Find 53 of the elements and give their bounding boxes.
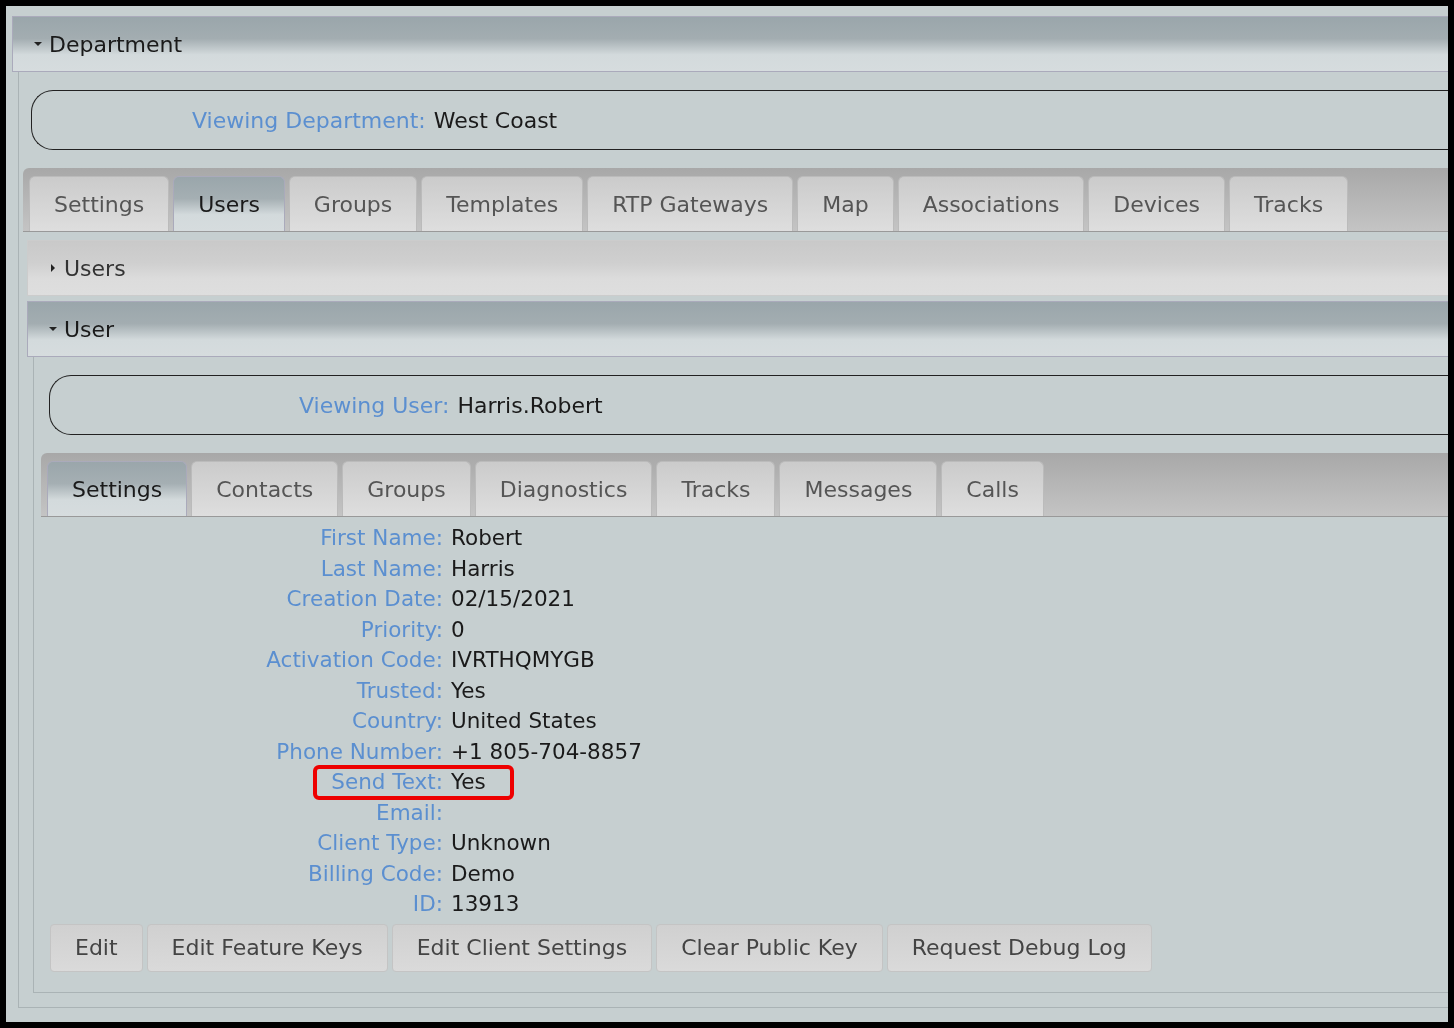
tab[interactable]: Groups [342, 461, 471, 516]
tab[interactable]: Devices [1088, 176, 1226, 231]
field-value: Yes [450, 768, 486, 796]
field-label: Billing Code: [307, 859, 443, 888]
action-button[interactable]: Edit [50, 923, 143, 972]
field-label: Client Type: [317, 829, 443, 857]
field-value: United States [450, 707, 597, 735]
field-label: Last Name: [320, 554, 443, 583]
tab[interactable]: Groups [288, 176, 418, 231]
tab[interactable]: RTP Gateways [587, 176, 794, 231]
field-label: Country: [351, 707, 443, 735]
tab[interactable]: Associations [897, 176, 1085, 231]
viewing-label: Viewing User: [299, 391, 450, 420]
tab[interactable]: Settings [29, 176, 170, 231]
field-label: Priority: [360, 615, 443, 644]
tab[interactable]: Settings [47, 461, 188, 516]
field-label: ID: [412, 890, 443, 918]
field-value: Robert [450, 524, 523, 552]
viewing-value: Harris.Robert [457, 391, 603, 420]
section-title[interactable]: User [64, 312, 115, 346]
field-value: 02/15/2021 [450, 585, 575, 613]
tab[interactable]: Templates [421, 176, 584, 231]
field-label: Phone Number: [276, 737, 443, 766]
section-title[interactable]: Users [64, 251, 126, 285]
tab[interactable]: Tracks [1229, 176, 1349, 231]
viewing-value: West Coast [433, 106, 558, 135]
tab[interactable]: Calls [941, 461, 1044, 516]
viewing-label: Viewing Department: [192, 106, 426, 135]
tab[interactable]: Contacts [191, 461, 339, 516]
field-value: 0 [450, 615, 465, 644]
field-label: First Name: [320, 524, 443, 552]
action-button[interactable]: Request Debug Log [886, 923, 1152, 972]
tab[interactable]: Diagnostics [474, 461, 653, 516]
field-value: Unknown [450, 829, 551, 857]
action-button[interactable]: Edit Feature Keys [146, 923, 388, 972]
field-value: Harris [450, 554, 515, 583]
field-label: Creation Date: [286, 585, 443, 613]
field-label: Send Text: [331, 768, 443, 796]
tab[interactable]: Messages [779, 461, 938, 516]
action-button[interactable]: Clear Public Key [656, 923, 883, 972]
tab[interactable]: Map [797, 176, 894, 231]
field-value: IVRTHQMYGB [450, 646, 595, 674]
action-button[interactable]: Edit Client Settings [391, 923, 653, 972]
field-label: Email: [376, 798, 443, 827]
field-label: Trusted: [356, 676, 443, 705]
field-label: Activation Code: [266, 646, 443, 674]
field-value: Demo [450, 859, 515, 888]
tab[interactable]: Tracks [656, 461, 776, 516]
field-value: 13913 [450, 890, 520, 918]
field-value: Yes [450, 676, 486, 705]
tab[interactable]: Users [173, 176, 285, 231]
field-value: +1 805-704-8857 [450, 737, 642, 766]
section-title[interactable]: Department [49, 27, 183, 61]
